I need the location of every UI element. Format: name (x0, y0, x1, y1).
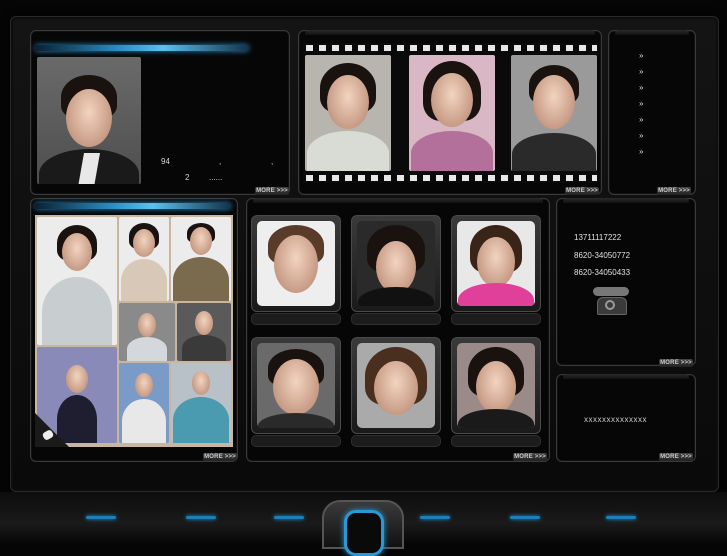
filmstrip-photo-1[interactable] (305, 55, 391, 171)
collage-glow-bar (35, 203, 231, 209)
featured-glow-bar (35, 45, 249, 51)
tile-5[interactable] (351, 337, 441, 434)
collage-photo-4[interactable] (119, 303, 175, 361)
center-home-button[interactable] (322, 500, 404, 556)
bottom-accent (420, 516, 450, 519)
filmstrip-more-button[interactable]: MORE >>> (565, 187, 599, 195)
tile-1-caption (251, 313, 341, 325)
tile-4-caption (251, 435, 341, 447)
featured-panel: 94 , , 2 ...... MORE >>> (30, 30, 290, 195)
news-more-button[interactable]: MORE >>> (657, 187, 691, 195)
contact-phone-2: 8620-34050433 (574, 268, 631, 277)
tiles-panel: MORE >>> (246, 198, 550, 462)
news-list-item[interactable]: » (639, 83, 659, 99)
telephone-icon (591, 287, 631, 317)
collage-photo-8[interactable] (171, 363, 231, 443)
news-list-item[interactable]: » (639, 115, 659, 131)
filmstrip-photo-3[interactable] (511, 55, 597, 171)
filmstrip (303, 43, 597, 183)
bottom-accent (274, 516, 304, 519)
tile-2-caption (351, 313, 441, 325)
collage-photo-3[interactable] (171, 217, 231, 301)
collage-photo-1[interactable] (37, 217, 117, 345)
tile-2[interactable] (351, 215, 441, 312)
featured-text-line1-mid: , (219, 157, 222, 166)
contact-mobile: 13711117222 (574, 233, 622, 242)
tile-6-caption (451, 435, 541, 447)
news-list-item[interactable]: » (639, 67, 659, 83)
tile-5-caption (351, 435, 441, 447)
collage-grid (35, 215, 233, 447)
news-panel: » » » » » » » MORE >>> (608, 30, 696, 195)
featured-photo[interactable] (37, 57, 141, 184)
filmstrip-photo-2[interactable] (409, 55, 495, 171)
contact-more-button[interactable]: MORE >>> (659, 359, 693, 367)
contact-panel: 13711117222 8620-34050772 8620-34050433 … (556, 198, 696, 367)
notice-panel: xxxxxxxxxxxxxx MORE >>> (556, 374, 696, 462)
notice-more-button[interactable]: MORE >>> (659, 453, 693, 461)
collage-photo-5[interactable] (177, 303, 231, 361)
tile-4[interactable] (251, 337, 341, 434)
featured-text-line2-ellipsis: ...... (209, 173, 223, 182)
filmstrip-panel: MORE >>> (298, 30, 602, 195)
bottom-accent (606, 516, 636, 519)
collage-panel: MORE >>> (30, 198, 238, 462)
tile-6[interactable] (451, 337, 541, 434)
news-list: » » » » » » » (639, 51, 659, 163)
notice-text: xxxxxxxxxxxxxx (584, 415, 647, 424)
featured-text-line1: 94 (161, 157, 170, 166)
featured-more-button[interactable]: MORE >>> (255, 187, 289, 195)
collage-photo-2[interactable] (119, 217, 169, 301)
contact-phone-1: 8620-34050772 (574, 251, 631, 260)
featured-text-line2: 2 (185, 173, 190, 182)
bottom-accent (186, 516, 216, 519)
news-list-item[interactable]: » (639, 131, 659, 147)
tile-3-caption (451, 313, 541, 325)
news-list-item[interactable]: » (639, 51, 659, 67)
news-list-item[interactable]: » (639, 147, 659, 163)
collage-more-button[interactable]: MORE >>> (203, 453, 237, 461)
collage-photo-7[interactable] (119, 363, 169, 443)
bottom-accent (510, 516, 540, 519)
center-ring-icon (344, 510, 384, 556)
tile-3[interactable] (451, 215, 541, 312)
tiles-more-button[interactable]: MORE >>> (513, 453, 547, 461)
featured-text-line1-end: , (271, 157, 274, 166)
bottom-accent (86, 516, 116, 519)
tile-1[interactable] (251, 215, 341, 312)
news-list-item[interactable]: » (639, 99, 659, 115)
